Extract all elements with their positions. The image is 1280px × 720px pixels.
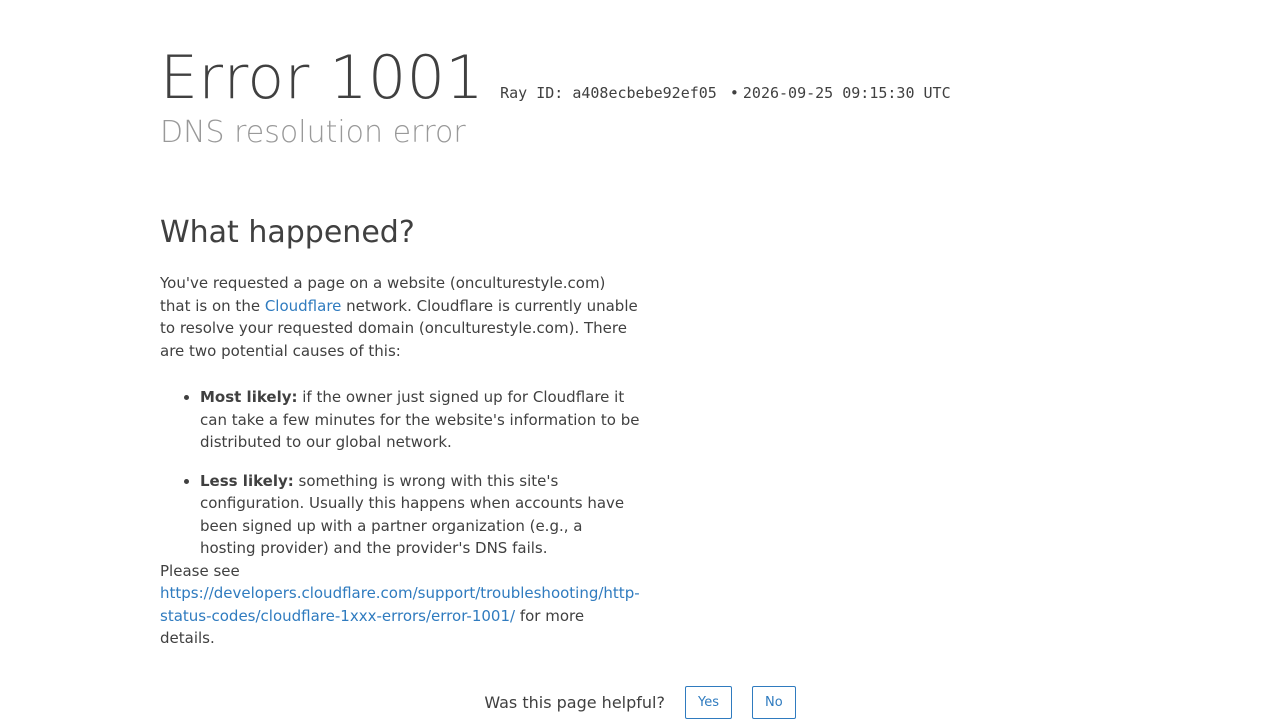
yes-button[interactable]: Yes [684,686,732,719]
list-item: Most likely: if the owner just signed up… [200,386,640,454]
timestamp: 2026-09-25 09:15:30 UTC [742,84,951,102]
no-button[interactable]: No [751,686,796,719]
ray-info: Ray ID: a408ecbebe92ef05 • 2026-09-25 09:… [500,84,951,102]
error-title: Error 1001 [160,43,485,113]
please-see-text: Please see [160,561,240,580]
error-subtitle: DNS resolution error [160,115,466,150]
feedback-question: Was this page helpful? [484,693,665,712]
feedback-bar: Was this page helpful? Yes No [0,686,1280,719]
cloudflare-link[interactable]: Cloudflare [265,297,342,315]
error-header: Error 1001 Ray ID: a408ecbebe92ef05 • 202… [160,42,1120,152]
error-page: Error 1001 Ray ID: a408ecbebe92ef05 • 202… [0,0,1280,720]
section-title: What happened? [160,215,415,250]
cause-label: Most likely: [200,388,298,406]
details-paragraph: https://developers.cloudflare.com/suppor… [160,582,640,650]
intro-paragraph: You've requested a page on a website (on… [160,272,640,362]
list-item: Less likely: something is wrong with thi… [200,470,640,560]
cause-label: Less likely: [200,471,294,490]
causes-list: Most likely: if the owner just signed up… [160,386,640,560]
ray-id: Ray ID: a408ecbebe92ef05 [500,84,717,102]
separator: • [729,84,739,102]
what-happened-section: What happened? You've requested a page o… [160,212,640,650]
title-row: Error 1001 Ray ID: a408ecbebe92ef05 • 202… [160,42,1120,114]
